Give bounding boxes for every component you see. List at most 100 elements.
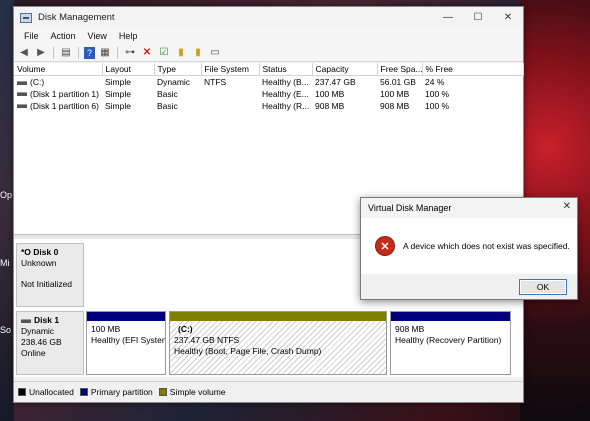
table-cell: NTFS — [204, 76, 227, 87]
dialog-close-button[interactable]: ✕ — [563, 201, 571, 212]
properties-icon[interactable]: ▦ — [98, 46, 112, 60]
dialog-title-bar[interactable]: Virtual Disk Manager ✕ — [361, 198, 577, 218]
table-cell: 56.01 GB — [380, 76, 416, 87]
table-cell: Dynamic — [157, 76, 191, 87]
table-cell: 100 MB — [380, 88, 410, 99]
table-cell: Healthy (B... — [262, 76, 309, 87]
partition-size: 908 MB — [395, 324, 425, 334]
dialog-body: ✕ A device which does not exist was spec… — [361, 218, 577, 274]
disk-0-info[interactable]: *O Disk 0 Unknown Not Initialized — [16, 243, 84, 307]
disk-1-status: Online — [21, 348, 46, 358]
maximize-button[interactable]: ☐ — [463, 7, 493, 28]
console-icon[interactable]: ▤ — [59, 46, 73, 60]
title-bar[interactable]: Disk Management — ☐ ✕ — [14, 7, 523, 28]
partition-recovery[interactable]: 908 MB Healthy (Recovery Partition) — [390, 311, 511, 375]
column-header-type[interactable]: Type — [154, 63, 202, 76]
connect-icon[interactable]: ⊶ — [123, 46, 137, 60]
disk-1-row: Disk 1 Dynamic 238.46 GB Online 100 MB H… — [14, 311, 523, 377]
column-header-percent-free[interactable]: % Free — [422, 63, 524, 76]
disk-1-name: Disk 1 — [21, 315, 79, 326]
volume-name: (C:) — [30, 76, 45, 87]
column-header-status[interactable]: Status — [259, 63, 313, 76]
volume-icon — [17, 92, 27, 97]
menu-file[interactable]: File — [18, 31, 45, 41]
volume-cell: (Disk 1 partition 1) — [14, 88, 102, 100]
column-header-layout[interactable]: Layout — [102, 63, 155, 76]
partition-efi[interactable]: 100 MB Healthy (EFI System — [86, 311, 166, 375]
table-cell: 24 % — [425, 76, 445, 87]
column-header-volume[interactable]: Volume — [14, 63, 103, 76]
column-header-file-system[interactable]: File System — [201, 63, 260, 76]
window-title: Disk Management — [38, 12, 115, 23]
partition-size: 100 MB — [91, 324, 121, 334]
partition-status: Healthy (EFI System — [91, 335, 165, 345]
legend-item-primary: Primary partition — [79, 387, 153, 397]
toolbar: ◀ ▶ ▤ ? ▦ ⊶ ✕ ☑ ▮ ▮ ▭ — [14, 44, 523, 62]
disk-0-status: Not Initialized — [21, 279, 73, 289]
partition-c-drive[interactable]: (C:) 237.47 GB NTFS Healthy (Boot, Page … — [169, 311, 387, 375]
table-row[interactable]: (Disk 1 partition 6) Simple Basic Health… — [14, 100, 523, 112]
table-cell: Simple — [105, 76, 131, 87]
disk-management-icon — [20, 12, 32, 23]
disk-icon — [21, 318, 31, 323]
volume-table: Volume Layout Type File System Status Ca… — [14, 63, 524, 112]
legend-swatch — [158, 387, 167, 396]
error-dialog: Virtual Disk Manager ✕ ✕ A device which … — [360, 197, 578, 300]
table-row[interactable]: (Disk 1 partition 1) Simple Basic Health… — [14, 88, 523, 100]
volume-cell: (C:) — [14, 76, 102, 88]
disk-1-info[interactable]: Disk 1 Dynamic 238.46 GB Online — [16, 311, 84, 375]
disk-1-area: 100 MB Healthy (EFI System (C:) 237.47 G… — [86, 311, 523, 375]
desktop-icon-label[interactable]: Mi — [0, 258, 10, 268]
legend-swatch — [18, 387, 26, 396]
table-cell: Simple — [105, 88, 131, 99]
table-cell: 100 MB — [315, 88, 345, 99]
forward-icon[interactable]: ▶ — [34, 46, 48, 60]
toolbar-separator — [78, 46, 79, 59]
disk-0-name: *O Disk 0 — [21, 247, 59, 257]
menu-view[interactable]: View — [82, 31, 113, 41]
volume-cell: (Disk 1 partition 6) — [14, 100, 102, 112]
close-button[interactable]: ✕ — [493, 7, 523, 28]
partition-label: (C:) — [178, 324, 193, 334]
column-header-capacity[interactable]: Capacity — [312, 63, 378, 76]
partition-color-bar — [87, 312, 165, 321]
table-header-row: Volume Layout Type File System Status Ca… — [14, 63, 524, 76]
table-cell — [201, 88, 259, 100]
menu-action[interactable]: Action — [45, 31, 82, 41]
legend-item-unallocated: Unallocated — [18, 387, 74, 397]
list-icon[interactable]: ▭ — [208, 46, 222, 60]
legend-swatch — [79, 387, 88, 396]
menu-help[interactable]: Help — [113, 31, 144, 41]
volume-name: (Disk 1 partition 6) — [30, 100, 99, 111]
desktop-icon-label[interactable]: Op — [0, 190, 12, 200]
disk-1-type: Dynamic — [21, 326, 55, 336]
toolbar-separator — [117, 46, 118, 59]
disk-0-type: Unknown — [21, 258, 57, 268]
volume-icon — [17, 80, 27, 85]
table-cell: Healthy (R... — [262, 100, 310, 111]
ok-button[interactable]: OK — [519, 279, 567, 295]
partition-status: Healthy (Recovery Partition) — [395, 335, 502, 345]
help-icon[interactable]: ? — [84, 46, 95, 59]
table-cell: Basic — [157, 88, 178, 99]
dialog-title: Virtual Disk Manager — [368, 203, 452, 213]
table-cell — [201, 100, 259, 112]
column-header-free-space[interactable]: Free Spa... — [377, 63, 423, 76]
table-cell: Basic — [157, 100, 178, 111]
import-icon[interactable]: ▮ — [174, 46, 188, 60]
error-icon: ✕ — [375, 236, 395, 256]
back-icon[interactable]: ◀ — [17, 46, 31, 60]
minimize-button[interactable]: — — [433, 7, 463, 28]
desktop-icon-label[interactable]: So — [0, 325, 11, 335]
dialog-message: A device which does not exist was specif… — [403, 241, 570, 251]
table-cell: 237.47 GB — [315, 76, 356, 87]
legend-label: Simple volume — [169, 386, 226, 397]
menu-bar: File Action View Help — [14, 28, 523, 44]
legend-bar: Unallocated Primary partition Simple vol… — [14, 381, 523, 401]
delete-icon[interactable]: ✕ — [140, 46, 154, 60]
table-row[interactable]: (C:) Simple Dynamic NTFS Healthy (B... 2… — [14, 76, 523, 88]
export-icon[interactable]: ▮ — [191, 46, 205, 60]
dialog-footer: OK — [361, 274, 577, 300]
table-cell: Simple — [105, 100, 131, 111]
check-icon[interactable]: ☑ — [157, 46, 171, 60]
